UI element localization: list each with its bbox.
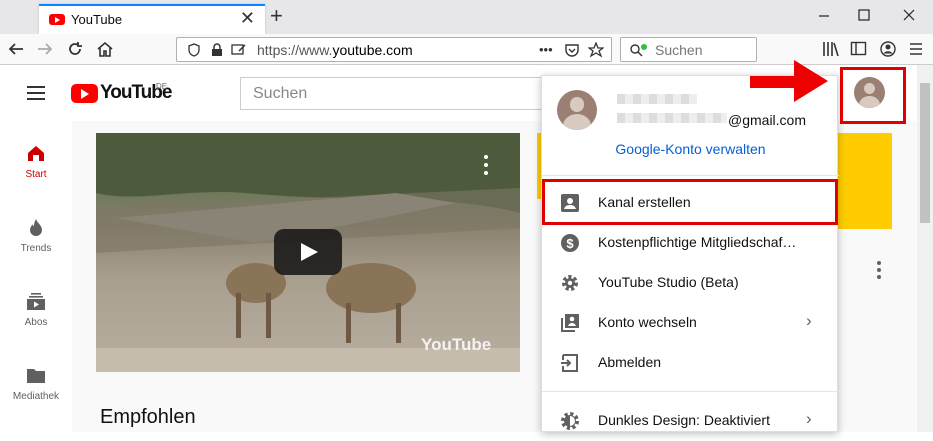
account-email-suffix: @gmail.com xyxy=(728,112,807,128)
manage-google-account-link[interactable]: Google-Konto verwalten xyxy=(542,141,839,157)
section-title: Empfohlen xyxy=(100,406,196,428)
dollar-icon: $ xyxy=(561,234,579,252)
home-icon xyxy=(28,146,44,161)
back-icon[interactable] xyxy=(7,41,25,57)
chevron-right-icon: › xyxy=(806,409,812,428)
maximize-icon[interactable] xyxy=(858,9,870,21)
menu-item-label: Abmelden xyxy=(598,354,662,370)
menu-item-sign-out[interactable]: Abmelden xyxy=(542,343,839,383)
sidebar-item-label: Trends xyxy=(20,243,52,254)
bookmark-star-icon[interactable] xyxy=(588,42,604,58)
menu-divider xyxy=(542,175,839,176)
menu-icon[interactable] xyxy=(908,41,924,57)
sidebar-item-abos[interactable]: Abos xyxy=(0,291,72,328)
lock-icon[interactable] xyxy=(211,43,223,57)
video-more-options-icon[interactable] xyxy=(484,155,488,179)
window-close-icon[interactable] xyxy=(903,9,915,21)
reload-icon[interactable] xyxy=(66,40,84,58)
sidebar-item-label: Start xyxy=(25,169,47,180)
home-icon[interactable] xyxy=(96,40,114,58)
switch-account-icon xyxy=(561,314,579,332)
folder-icon xyxy=(27,369,45,383)
promo-banner[interactable] xyxy=(838,133,892,229)
permissions-icon[interactable] xyxy=(231,43,249,57)
close-tab-icon[interactable]: ✕ xyxy=(240,8,255,29)
scrollbar-thumb[interactable] xyxy=(920,83,930,223)
menu-item-label: Dunkles Design: Deaktiviert xyxy=(598,412,770,428)
sidebar-item-trends[interactable]: Trends xyxy=(0,217,72,254)
forward-icon[interactable] xyxy=(36,41,54,57)
youtube-search-input[interactable]: Suchen xyxy=(240,77,545,110)
browser-tab-youtube[interactable]: YouTube ✕ xyxy=(39,4,265,34)
blurred-name xyxy=(617,94,697,104)
dark-theme-icon xyxy=(561,412,579,430)
blurred-email xyxy=(617,113,727,123)
sidebar-item-start[interactable]: Start xyxy=(0,143,72,180)
menu-item-label: YouTube Studio (Beta) xyxy=(598,274,739,290)
browser-search-placeholder: Suchen xyxy=(655,42,703,58)
menu-divider xyxy=(542,391,839,392)
more-options-icon[interactable] xyxy=(877,261,881,282)
account-menu: @gmail.com Google-Konto verwalten Kanal … xyxy=(541,75,839,432)
browser-tab-strip: YouTube ✕ + xyxy=(0,0,933,34)
chevron-right-icon: › xyxy=(806,311,812,330)
sidebar-toggle-icon[interactable] xyxy=(850,40,868,58)
pocket-icon[interactable] xyxy=(564,43,580,57)
play-button-icon[interactable] xyxy=(274,229,342,275)
minimize-icon[interactable] xyxy=(818,10,830,22)
sidebar-item-label: Abos xyxy=(24,317,48,328)
account-icon[interactable] xyxy=(879,40,897,58)
gear-icon xyxy=(562,275,578,291)
subscriptions-icon xyxy=(27,293,45,310)
youtube-favicon-icon xyxy=(49,14,65,25)
guide-menu-icon[interactable] xyxy=(27,86,45,100)
shield-icon[interactable] xyxy=(187,43,201,57)
youtube-logo-icon xyxy=(71,84,98,103)
menu-item-paid-memberships[interactable]: $ Kostenpflichtige Mitgliedschaf… xyxy=(542,223,839,263)
menu-item-label: Konto wechseln xyxy=(598,314,697,330)
search-icon xyxy=(630,44,647,57)
featured-video-thumbnail[interactable]: YouTube xyxy=(96,133,520,372)
tab-title: YouTube xyxy=(71,12,123,27)
logo-region-label: DE xyxy=(156,82,168,91)
account-avatar xyxy=(557,90,597,130)
flame-icon xyxy=(30,219,42,236)
page-actions-button[interactable]: ••• xyxy=(539,42,553,57)
sidebar-item-label: Mediathek xyxy=(12,391,60,402)
svg-text:$: $ xyxy=(566,236,574,251)
youtube-search-placeholder: Suchen xyxy=(253,85,308,102)
menu-item-dark-theme[interactable]: Dunkles Design: Deaktiviert › xyxy=(542,401,839,441)
url-bar[interactable]: https://www.youtube.com ••• xyxy=(176,37,612,62)
browser-search-bar[interactable]: Suchen xyxy=(620,37,757,62)
menu-item-switch-account[interactable]: Konto wechseln › xyxy=(542,303,839,343)
highlight-avatar xyxy=(840,67,906,124)
highlight-create-channel xyxy=(542,179,838,225)
menu-item-youtube-studio[interactable]: YouTube Studio (Beta) xyxy=(542,263,839,303)
sign-out-icon xyxy=(561,354,578,372)
page-scrollbar[interactable] xyxy=(917,65,933,432)
new-tab-button[interactable]: + xyxy=(270,3,283,29)
sidebar-item-mediathek[interactable]: Mediathek xyxy=(0,365,72,402)
red-arrow-icon xyxy=(750,60,828,102)
url-text[interactable]: https://www.youtube.com xyxy=(257,42,413,58)
menu-item-label: Kostenpflichtige Mitgliedschaf… xyxy=(598,234,797,250)
video-watermark: YouTube xyxy=(421,335,492,354)
